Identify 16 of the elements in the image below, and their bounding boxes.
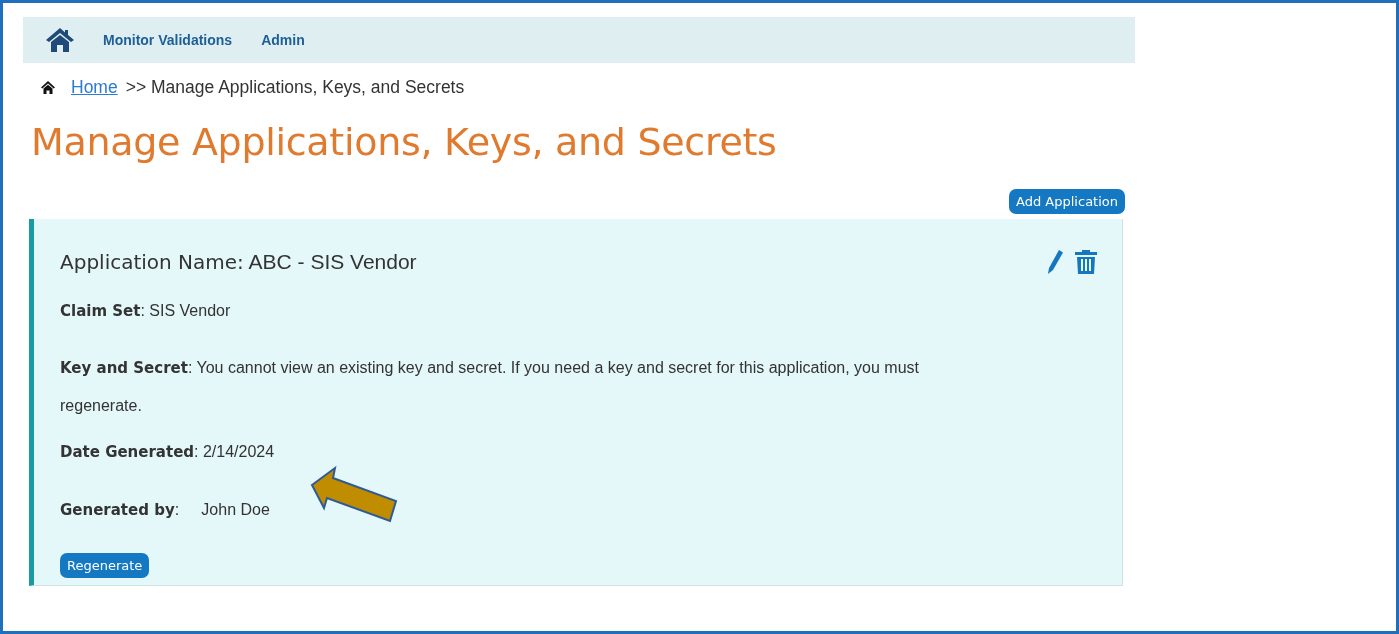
pencil-icon[interactable] — [1046, 249, 1064, 275]
nav-link[interactable]: Monitor Validations — [103, 32, 233, 48]
breadcrumb-current: >> Manage Applications, Keys, and Secrets — [125, 77, 465, 98]
breadcrumb-link[interactable]: Home — [71, 77, 118, 98]
field-text: Date Generated: 2/14/2024 — [60, 442, 275, 463]
field-text: Key and Secret: You cannot view an existing key and secret. If you need a key and secret for this application, you must regenerate. — [60, 358, 920, 416]
application-name: Application Name: ABC - SIS Vendor — [60, 250, 417, 274]
field-text: Generated by: John Doe — [60, 500, 270, 521]
add-application-button[interactable]: Add Application — [1009, 189, 1125, 214]
home-icon[interactable] — [45, 27, 75, 53]
home-icon — [41, 81, 55, 94]
page-title: Manage Applications, Keys, and Secrets — [31, 120, 778, 164]
field-text: Claim Set: SIS Vendor — [60, 301, 231, 322]
nav-link[interactable]: Admin — [261, 32, 305, 48]
trash-icon[interactable] — [1074, 249, 1098, 275]
regenerate-button[interactable]: Regenerate — [60, 553, 150, 578]
